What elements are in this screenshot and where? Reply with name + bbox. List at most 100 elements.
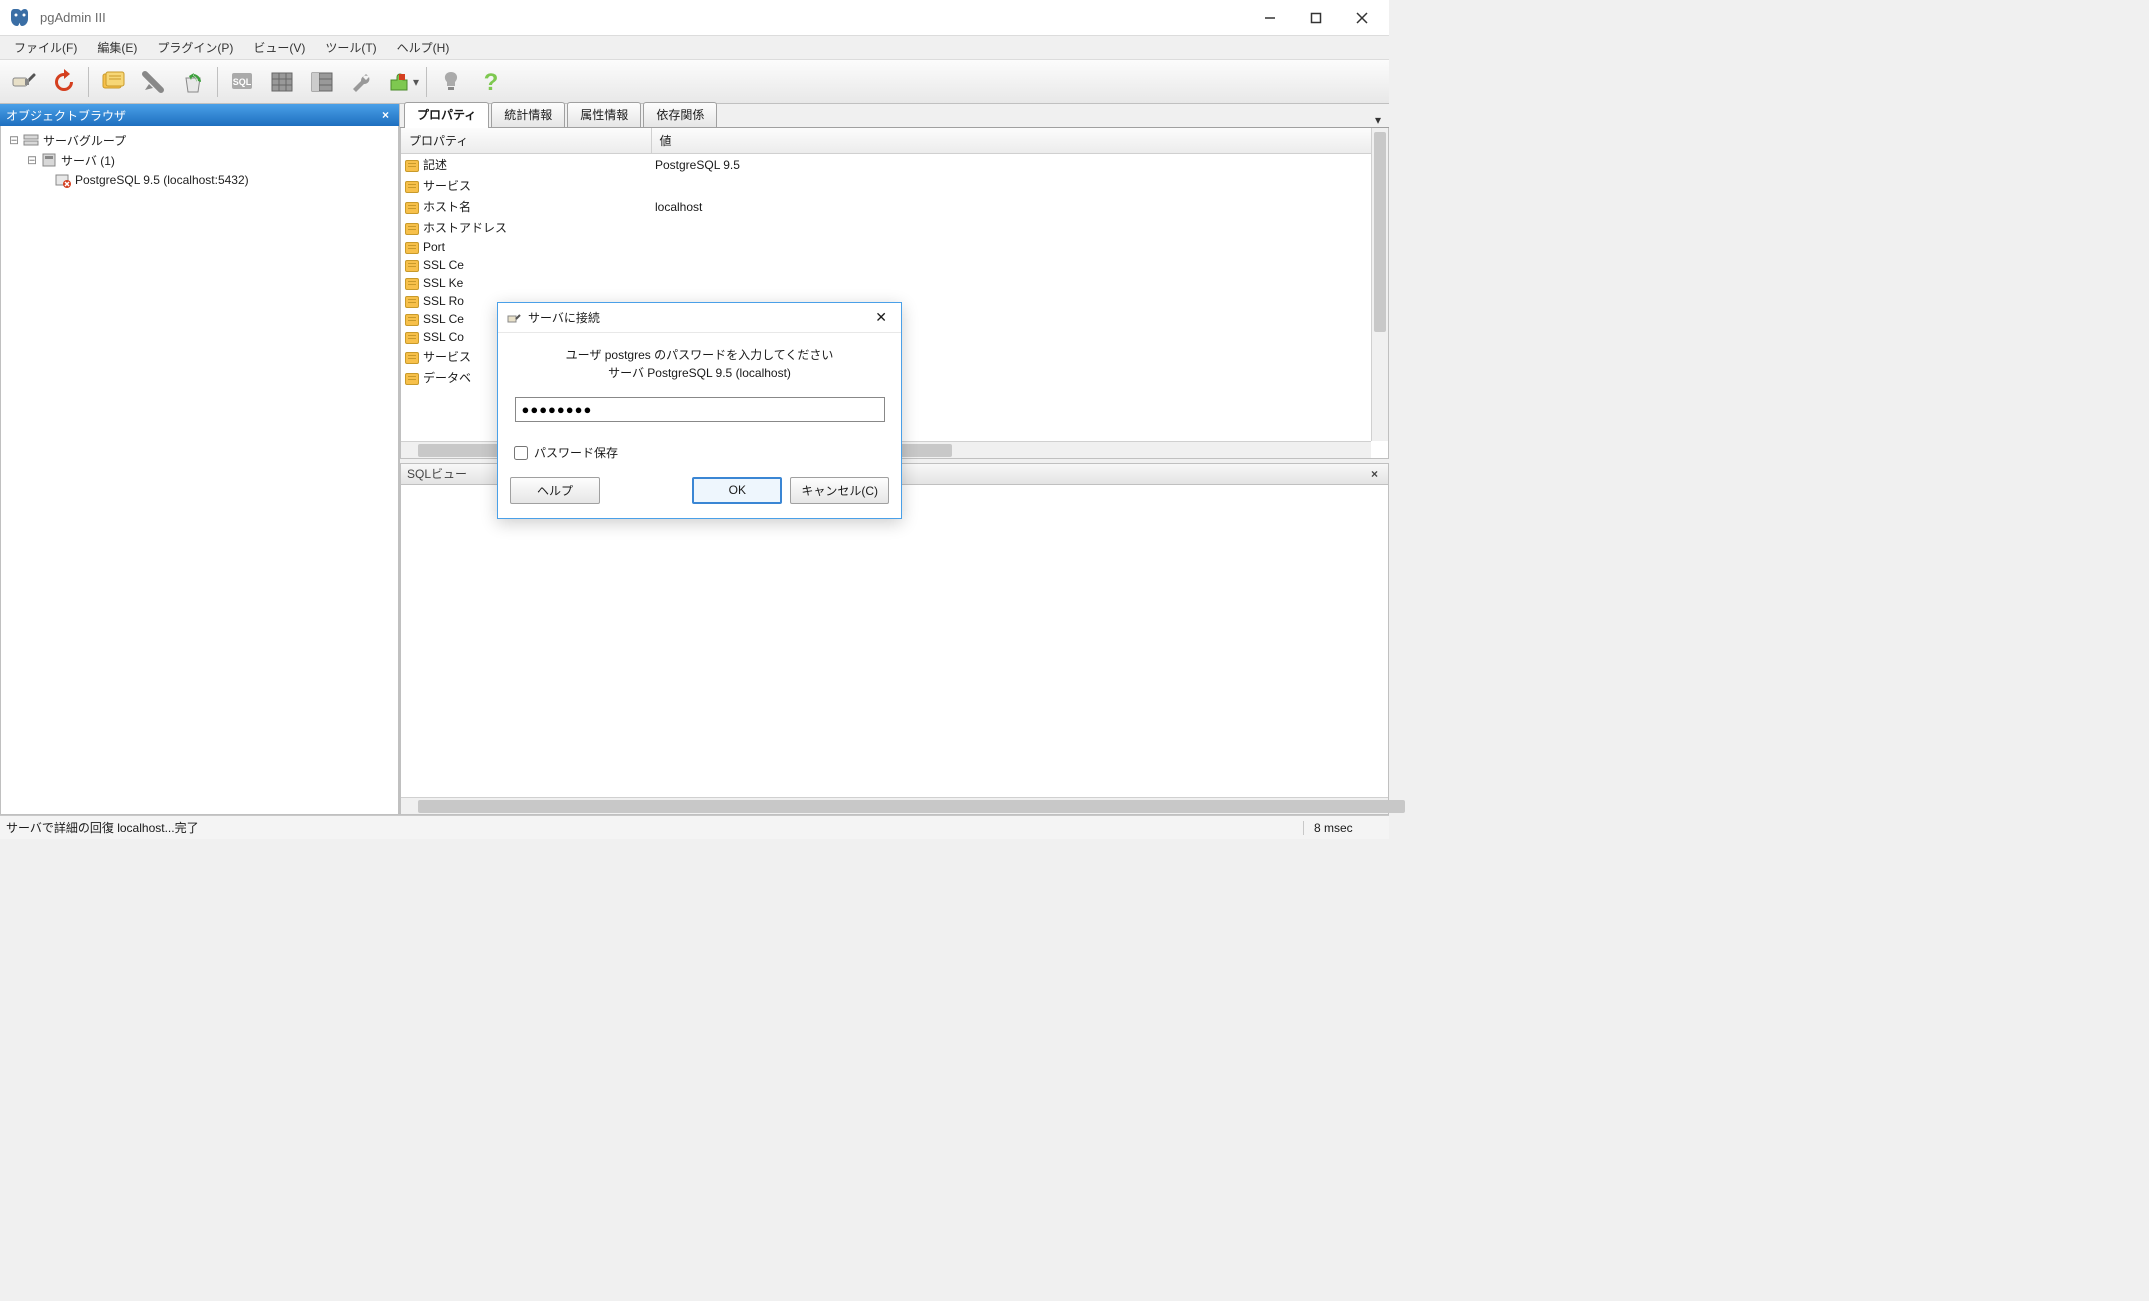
data-view-icon[interactable] [264,64,300,100]
dialog-close-icon[interactable]: ✕ [869,307,893,328]
filter-icon[interactable] [304,64,340,100]
status-left: サーバで詳細の回復 localhost...完了 [6,819,199,836]
tab-deps[interactable]: 依存関係 [643,102,717,127]
property-icon [405,278,419,290]
tree-label: PostgreSQL 9.5 (localhost:5432) [75,173,249,187]
browser-header: オブジェクトブラウザ × [0,104,399,126]
toolbar-separator [217,67,218,97]
property-icon [405,314,419,326]
tree-label: サーバ (1) [61,152,115,169]
property-row[interactable]: SSL Ce [401,256,1388,274]
tree-servers[interactable]: ⊟ サーバ (1) [5,150,394,170]
left-panel: オブジェクトブラウザ × ⊟ サーバグループ ⊟ サーバ (1) Postgre… [0,104,400,815]
titlebar: pgAdmin III [0,0,1389,36]
save-password-row[interactable]: パスワード保存 [514,444,901,461]
property-row[interactable]: SSL Ke [401,274,1388,292]
menu-file[interactable]: ファイル(F) [4,37,87,58]
property-icon [405,332,419,344]
servers-icon [41,152,57,168]
menu-plugin[interactable]: プラグイン(P) [147,37,243,58]
server-group-icon [23,132,39,148]
property-icon [405,223,419,235]
window-controls [1247,4,1385,32]
dialog-body: ユーザ postgres のパスワードを入力してください サーバ Postgre… [498,333,901,438]
property-value: localhost [651,196,1388,217]
dialog-buttons: ヘルプ OK キャンセル(C) [498,471,901,518]
hint-icon[interactable] [433,64,469,100]
properties-icon[interactable] [95,64,131,100]
property-name: SSL Ke [401,274,651,292]
cancel-button[interactable]: キャンセル(C) [790,477,889,504]
property-name: サービス [401,175,651,196]
property-row[interactable]: サービス [401,175,1388,196]
tab-attrs[interactable]: 属性情報 [567,102,641,127]
col-header-value[interactable]: 値 [651,128,1388,154]
property-icon [405,160,419,172]
col-header-name[interactable]: プロパティ [401,128,651,154]
connect-dialog: サーバに接続 ✕ ユーザ postgres のパスワードを入力してください サー… [497,302,902,519]
refresh-icon[interactable] [46,64,82,100]
help-button[interactable]: ヘルプ [510,477,600,504]
minimize-button[interactable] [1247,4,1293,32]
menu-edit[interactable]: 編集(E) [87,37,147,58]
save-password-checkbox[interactable] [514,446,528,460]
expand-icon[interactable]: ⊟ [5,133,23,147]
save-password-label: パスワード保存 [534,444,618,461]
sql-icon[interactable]: SQL [224,64,260,100]
tab-properties[interactable]: プロパティ [404,102,489,128]
toolbar-separator [88,67,89,97]
expand-icon[interactable]: ⊟ [23,153,41,167]
maintenance-icon[interactable] [344,64,380,100]
drop-icon[interactable] [175,64,211,100]
connect-icon[interactable] [6,64,42,100]
close-button[interactable] [1339,4,1385,32]
plugins-icon[interactable]: ▾ [384,64,420,100]
dialog-title: サーバに接続 [528,309,600,326]
property-row[interactable]: Port [401,238,1388,256]
browser-close-icon[interactable]: × [378,108,393,122]
property-row[interactable]: 記述PostgreSQL 9.5 [401,154,1388,176]
tree-root[interactable]: ⊟ サーバグループ [5,130,394,150]
tab-dropdown-icon[interactable]: ▾ [1367,113,1389,127]
property-icon [405,181,419,193]
vscrollbar[interactable] [1371,128,1388,441]
property-row[interactable]: ホスト名localhost [401,196,1388,217]
menu-tool[interactable]: ツール(T) [315,37,386,58]
dialog-titlebar[interactable]: サーバに接続 ✕ [498,303,901,333]
property-name: ホスト名 [401,196,651,217]
property-value: PostgreSQL 9.5 [651,154,1388,176]
help-icon[interactable]: ? [473,64,509,100]
sql-close-icon[interactable]: × [1367,467,1382,481]
menu-help[interactable]: ヘルプ(H) [387,37,460,58]
property-icon [405,202,419,214]
password-input[interactable] [515,397,885,422]
property-name: 記述 [401,154,651,176]
menubar: ファイル(F) 編集(E) プラグイン(P) ビュー(V) ツール(T) ヘルプ… [0,36,1389,60]
statusbar: サーバで詳細の回復 localhost...完了 8 msec [0,815,1389,839]
tree-server-node[interactable]: PostgreSQL 9.5 (localhost:5432) [5,170,394,190]
property-name: SSL Ce [401,256,651,274]
dialog-message-2: サーバ PostgreSQL 9.5 (localhost) [514,364,885,381]
property-value [651,256,1388,274]
property-icon [405,242,419,254]
property-icon [405,296,419,308]
menu-view[interactable]: ビュー(V) [243,37,315,58]
property-value [651,217,1388,238]
tab-bar: プロパティ 統計情報 属性情報 依存関係 ▾ [400,104,1389,128]
tab-stats[interactable]: 統計情報 [491,102,565,127]
new-object-icon[interactable] [135,64,171,100]
property-row[interactable]: ホストアドレス [401,217,1388,238]
property-value [651,238,1388,256]
toolbar: SQL ▾ ? [0,60,1389,104]
sql-hscrollbar[interactable] [401,797,1388,814]
property-icon [405,352,419,364]
window-title: pgAdmin III [40,10,106,25]
maximize-button[interactable] [1293,4,1339,32]
app-icon [8,6,32,30]
sql-view-body[interactable] [400,485,1389,816]
ok-button[interactable]: OK [692,477,782,504]
property-icon [405,260,419,272]
object-tree[interactable]: ⊟ サーバグループ ⊟ サーバ (1) PostgreSQL 9.5 (loca… [0,126,399,815]
dialog-icon [506,310,522,326]
server-disconnected-icon [55,172,71,188]
